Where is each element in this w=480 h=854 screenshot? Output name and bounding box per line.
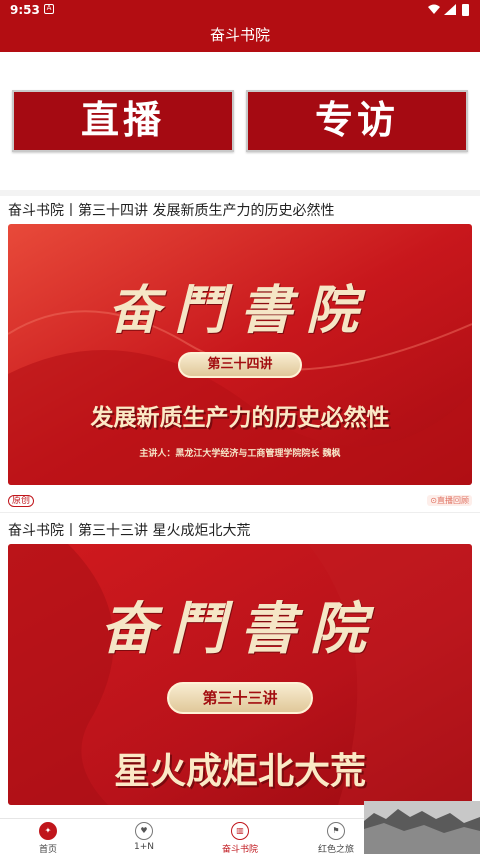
tab-home[interactable]: ✦ 首页	[0, 822, 96, 854]
tab-one-plus-n[interactable]: ♥ 1+N	[96, 822, 192, 852]
lecture-speaker: 主讲人：黑龙江大学经济与工商管理学院院长 魏枫	[139, 449, 341, 459]
battery-icon	[462, 4, 469, 16]
live-replay-label: 直播回顾	[437, 496, 469, 505]
tab-home-label: 首页	[38, 845, 57, 854]
live-replay-badge: ⊙直播回顾	[427, 495, 472, 506]
live-button[interactable]: 直播	[12, 90, 234, 152]
status-bar: 9:53 A	[0, 0, 480, 20]
lecture-number: 第三十四讲	[178, 352, 302, 378]
lecture-number: 第三十三讲	[167, 682, 313, 714]
lecture-subject: 发展新质生产力的历史必然性	[90, 405, 390, 431]
heart-icon: ♥	[135, 822, 153, 840]
home-logo-icon: ✦	[39, 822, 57, 840]
article-banner[interactable]: 奋鬥書院 第三十三讲 星火成炬北大荒	[8, 544, 472, 805]
lecture-subject: 星火成炬北大荒	[113, 751, 366, 792]
feature-buttons: 直播 专访	[0, 52, 480, 192]
floating-thumbnail[interactable]	[364, 801, 480, 854]
academy-icon: ▥	[231, 822, 249, 840]
tab-academy-label: 奋斗书院	[221, 845, 258, 854]
interview-button[interactable]: 专访	[246, 90, 468, 152]
system-status-icons	[428, 4, 469, 16]
signal-icon	[444, 4, 456, 15]
notification-icon: A	[44, 4, 54, 14]
page-title: 奋斗书院	[0, 20, 480, 52]
wifi-icon	[428, 4, 440, 14]
banner-calligraphy: 奋鬥書院	[107, 280, 372, 341]
section-divider	[0, 190, 480, 196]
tab-academy[interactable]: ▥ 奋斗书院	[192, 822, 288, 854]
article-title[interactable]: 奋斗书院丨第三十四讲 发展新质生产力的历史必然性	[8, 200, 334, 220]
flag-icon: ⚑	[327, 822, 345, 840]
tab-red-tour-label: 红色之旅	[317, 845, 354, 854]
mountain-thumbnail-image	[364, 801, 480, 854]
row-divider	[0, 512, 480, 513]
original-badge: 原创	[8, 495, 35, 507]
article-title[interactable]: 奋斗书院丨第三十三讲 星火成炬北大荒	[8, 520, 250, 540]
tab-one-plus-n-label: 1+N	[134, 842, 154, 852]
status-time: 9:53	[10, 3, 40, 17]
article-banner[interactable]: 奋鬥書院 第三十四讲 发展新质生产力的历史必然性 主讲人：黑龙江大学经济与工商管…	[8, 224, 472, 485]
banner-calligraphy: 奋鬥書院	[100, 596, 380, 662]
